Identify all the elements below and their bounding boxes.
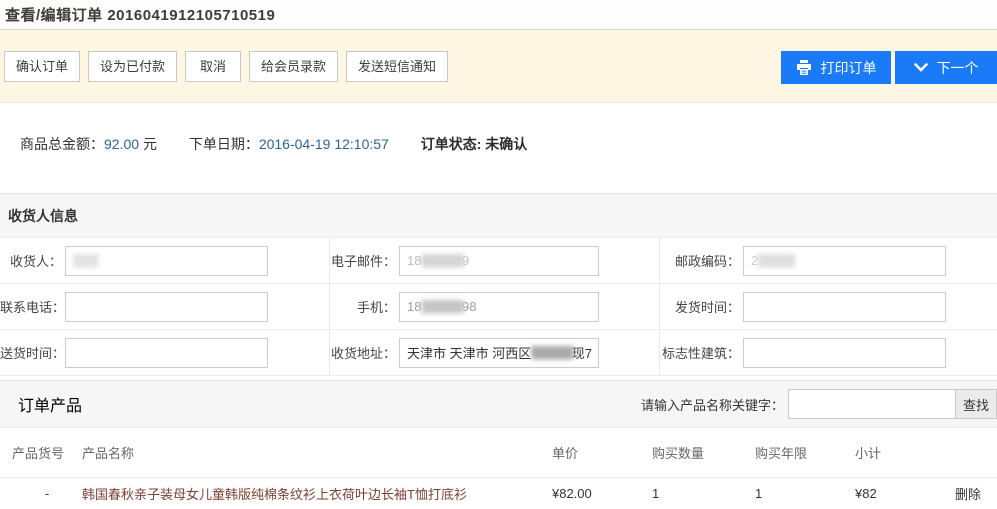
- next-order-button[interactable]: 下一个: [895, 51, 997, 84]
- order-date-label: 下单日期：: [189, 136, 259, 152]
- order-date: 下单日期：2016-04-19 12:10:57: [189, 136, 389, 152]
- field-zipcode-label: 邮政编码：: [660, 251, 740, 270]
- field-mobile-label: 手机：: [330, 297, 396, 316]
- order-status-label: 订单状态:: [421, 136, 482, 152]
- zipcode-redacted: ██████: [758, 255, 793, 267]
- zipcode-value: 2: [751, 253, 758, 268]
- total-amount-unit-text: 元: [143, 136, 157, 152]
- field-shiptime-input[interactable]: [743, 292, 946, 322]
- header-years: 购买年限: [755, 443, 855, 462]
- field-address-input[interactable]: 天津市 天津市 河西区███████现7: [399, 338, 599, 368]
- title-bar: 查看/编辑订单 2016041912105710519: [0, 0, 997, 30]
- recipient-form: 收货人： ████ 电子邮件： 18███████9 邮政编码： 2██████…: [0, 238, 997, 376]
- form-row-2: 联系电话： 手机： 18███████98 发货时间：: [0, 284, 997, 330]
- print-order-label: 打印订单: [821, 58, 877, 78]
- field-mobile-input[interactable]: 18███████98: [399, 292, 599, 322]
- products-section-bar: 订单产品 请输入产品名称关键字： 查找: [0, 380, 997, 428]
- field-address: 收货地址： 天津市 天津市 河西区███████现7: [330, 330, 660, 375]
- table-row: - 韩国春秋亲子装母女儿童韩版纯棉条纹衫上衣荷叶边长袖T恤打底衫 ¥82.00 …: [0, 478, 997, 509]
- row-subtotal: ¥82: [855, 486, 955, 501]
- mobile-value-end: 98: [462, 299, 476, 314]
- consignee-redacted: ████: [73, 255, 96, 267]
- total-amount: 商品总金额：92.00 元: [20, 136, 157, 152]
- products-section-title: 订单产品: [0, 392, 82, 416]
- field-deliverytime: 送货时间：: [0, 330, 330, 375]
- product-search: 请输入产品名称关键字： 查找: [641, 389, 997, 419]
- form-row-3: 送货时间： 收货地址： 天津市 天津市 河西区███████现7 标志性建筑：: [0, 330, 997, 376]
- field-zipcode: 邮政编码： 2██████: [660, 238, 997, 283]
- field-email-label: 电子邮件：: [330, 251, 396, 270]
- order-status: 订单状态: 未确认: [421, 136, 528, 152]
- field-mobile: 手机： 18███████98: [330, 284, 660, 329]
- field-phone-label: 联系电话：: [0, 297, 62, 316]
- product-search-button[interactable]: 查找: [956, 389, 997, 419]
- confirm-order-button[interactable]: 确认订单: [4, 51, 80, 82]
- row-product-name-link[interactable]: 韩国春秋亲子装母女儿童韩版纯棉条纹衫上衣荷叶边长袖T恤打底衫: [82, 484, 552, 503]
- address-value-end: 现7: [572, 343, 592, 362]
- field-consignee-label: 收货人：: [0, 251, 62, 270]
- row-sku: -: [12, 486, 82, 501]
- email-value-end: 9: [462, 253, 469, 268]
- field-email-input[interactable]: 18███████9: [399, 246, 599, 276]
- set-paid-button[interactable]: 设为已付款: [88, 51, 177, 82]
- mobile-value: 18: [407, 299, 421, 314]
- field-consignee: 收货人： ████: [0, 238, 330, 283]
- cancel-button[interactable]: 取消: [185, 51, 241, 82]
- toolbar-right-group: 打印订单 下一个: [781, 51, 997, 84]
- row-qty: 1: [652, 486, 755, 501]
- record-payment-button[interactable]: 给会员录款: [249, 51, 338, 82]
- recipient-section-bar: 收货人信息: [0, 193, 997, 238]
- order-summary: 商品总金额：92.00 元 下单日期：2016-04-19 12:10:57 订…: [0, 103, 997, 193]
- page-title: 查看/编辑订单 2016041912105710519: [5, 4, 275, 25]
- email-value: 18: [407, 253, 421, 268]
- order-status-value: 未确认: [485, 136, 527, 152]
- field-consignee-input[interactable]: ████: [65, 246, 268, 276]
- header-price: 单价: [552, 443, 652, 462]
- form-row-1: 收货人： ████ 电子邮件： 18███████9 邮政编码： 2██████: [0, 238, 997, 284]
- chevron-down-icon: [914, 63, 928, 72]
- products-table-header: 产品货号 产品名称 单价 购买数量 购买年限 小计: [0, 428, 997, 478]
- printer-icon: [796, 60, 812, 75]
- row-price: ¥82.00: [552, 486, 652, 501]
- field-phone-input[interactable]: [65, 292, 268, 322]
- total-amount-value: 92.00: [104, 136, 139, 152]
- product-search-label: 请输入产品名称关键字：: [641, 395, 784, 414]
- row-years: 1: [755, 486, 855, 501]
- product-search-input[interactable]: [788, 389, 956, 419]
- address-redacted: ███████: [531, 347, 572, 359]
- field-shiptime-label: 发货时间：: [660, 297, 740, 316]
- address-value: 天津市 天津市 河西区: [407, 343, 531, 362]
- row-delete-link[interactable]: 删除: [955, 484, 997, 503]
- next-order-label: 下一个: [937, 58, 979, 78]
- field-email: 电子邮件： 18███████9: [330, 238, 660, 283]
- field-landmark-input[interactable]: [743, 338, 946, 368]
- field-phone: 联系电话：: [0, 284, 330, 329]
- total-amount-label: 商品总金额：: [20, 136, 104, 152]
- field-deliverytime-label: 送货时间：: [0, 343, 62, 362]
- header-subtotal: 小计: [855, 443, 955, 462]
- field-address-label: 收货地址：: [330, 343, 396, 362]
- field-zipcode-input[interactable]: 2██████: [743, 246, 946, 276]
- header-name: 产品名称: [82, 443, 552, 462]
- order-date-value: 2016-04-19 12:10:57: [259, 136, 389, 152]
- toolbar: 确认订单 设为已付款 取消 给会员录款 发送短信通知 打印订单 下一个: [0, 30, 997, 103]
- print-order-button[interactable]: 打印订单: [781, 51, 891, 84]
- field-landmark-label: 标志性建筑：: [660, 343, 740, 362]
- header-sku: 产品货号: [12, 443, 82, 462]
- send-sms-button[interactable]: 发送短信通知: [346, 51, 448, 82]
- field-landmark: 标志性建筑：: [660, 330, 997, 375]
- field-deliverytime-input[interactable]: [65, 338, 268, 368]
- recipient-section-title: 收货人信息: [0, 206, 78, 226]
- field-shiptime: 发货时间：: [660, 284, 997, 329]
- email-redacted: ███████: [421, 255, 462, 267]
- mobile-redacted: ███████: [421, 301, 462, 313]
- header-qty: 购买数量: [652, 443, 755, 462]
- order-edit-page: 查看/编辑订单 2016041912105710519 确认订单 设为已付款 取…: [0, 0, 997, 509]
